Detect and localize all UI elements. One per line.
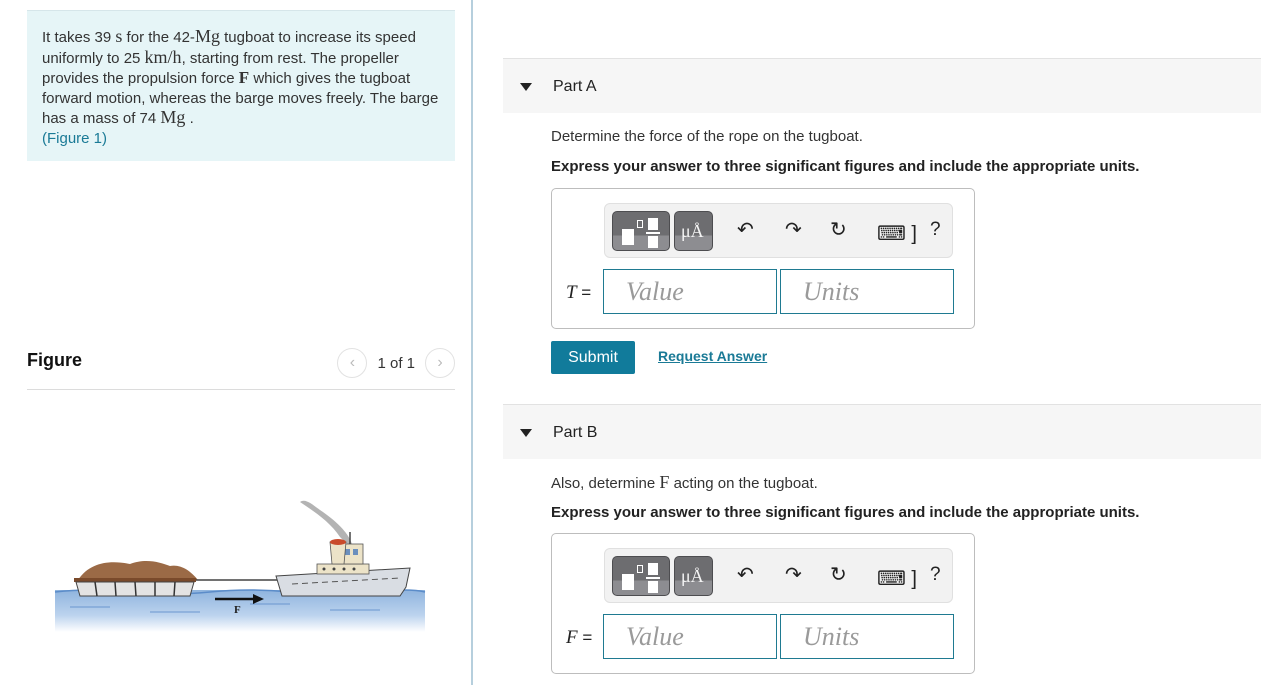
units-icon: μÅ <box>681 566 704 586</box>
figure-header: Figure ‹ 1 of 1 › <box>27 344 455 390</box>
part-a-instruction: Express your answer to three significant… <box>551 158 1140 175</box>
units-input[interactable] <box>780 269 954 314</box>
tugboat-funnel <box>329 541 347 565</box>
part-a-header[interactable]: Part A <box>503 58 1261 113</box>
next-figure-button[interactable]: › <box>425 348 455 378</box>
problem-text-segment: It takes 39 <box>42 29 116 46</box>
force-label: F <box>234 604 241 616</box>
math-symbol: F <box>238 68 250 87</box>
units-input[interactable] <box>780 614 954 659</box>
barge-cargo <box>78 560 198 580</box>
math-symbol: Mg <box>194 26 220 46</box>
variable-label: F = <box>566 627 593 648</box>
keyboard-icon[interactable]: ⌨ ] <box>877 222 917 246</box>
undo-icon[interactable]: ↶ <box>737 563 754 587</box>
undo-icon[interactable]: ↶ <box>737 218 754 242</box>
units-button[interactable]: μÅ <box>674 556 713 596</box>
barge-deck <box>74 578 196 582</box>
math-toolbar: μÅ ↶ ↷ ↻ ⌨ ] ? <box>604 203 953 258</box>
part-b-label: Part B <box>553 424 598 441</box>
problem-text-segment: for the 42- <box>122 29 195 46</box>
part-a-label: Part A <box>553 78 597 95</box>
part-b-instruction: Express your answer to three significant… <box>551 504 1140 521</box>
math-toolbar: μÅ ↶ ↷ ↻ ⌨ ] ? <box>604 548 953 603</box>
problem-statement: It takes 39 s for the 42-Mg tugboat to i… <box>27 10 455 161</box>
part-b-question: Also, determine F acting on the tugboat. <box>551 472 818 492</box>
previous-figure-button[interactable]: ‹ <box>337 348 368 378</box>
variable-label: T = <box>566 282 592 303</box>
collapse-triangle-icon <box>520 429 532 437</box>
part-b-answer-box: μÅ ↶ ↷ ↻ ⌨ ] ? F = <box>551 533 975 674</box>
smoke <box>300 500 352 545</box>
request-answer-link[interactable]: Request Answer <box>658 348 767 364</box>
value-input[interactable] <box>603 269 777 314</box>
collapse-triangle-icon <box>520 83 532 91</box>
value-input[interactable] <box>603 614 777 659</box>
help-icon[interactable]: ? <box>930 218 941 242</box>
part-a-answer-box: μÅ ↶ ↷ ↻ ⌨ ] ? T = <box>551 188 975 329</box>
problem-text-segment: . <box>185 110 194 127</box>
pane-divider[interactable] <box>471 0 473 685</box>
pager-text: 1 of 1 <box>377 354 415 372</box>
reset-icon[interactable]: ↻ <box>830 563 847 587</box>
chevron-left-icon: ‹ <box>349 354 356 371</box>
units-icon: μÅ <box>681 221 704 241</box>
redo-icon[interactable]: ↷ <box>785 563 802 587</box>
part-a-question: Determine the force of the rope on the t… <box>551 128 863 145</box>
templates-button[interactable] <box>612 211 670 251</box>
part-b-header[interactable]: Part B <box>503 404 1261 459</box>
figure-title: Figure <box>27 350 83 370</box>
problem-text: It takes 39 s for the 42-Mg tugboat to i… <box>42 26 438 127</box>
figure-pager: ‹ 1 of 1 › <box>337 348 455 378</box>
tugboat-barge-figure: F <box>54 500 426 632</box>
chevron-right-icon: › <box>437 354 443 371</box>
templates-button[interactable] <box>612 556 670 596</box>
math-symbol: Mg <box>160 107 186 127</box>
keyboard-icon[interactable]: ⌨ ] <box>877 567 917 591</box>
help-icon[interactable]: ? <box>930 563 941 587</box>
figure-link[interactable]: (Figure 1) <box>42 130 107 147</box>
submit-button[interactable]: Submit <box>551 341 635 374</box>
reset-icon[interactable]: ↻ <box>830 218 847 242</box>
units-button[interactable]: μÅ <box>674 211 713 251</box>
redo-icon[interactable]: ↷ <box>785 218 802 242</box>
problem-pane: It takes 39 s for the 42-Mg tugboat to i… <box>0 0 471 685</box>
math-symbol: km/h <box>144 46 182 67</box>
